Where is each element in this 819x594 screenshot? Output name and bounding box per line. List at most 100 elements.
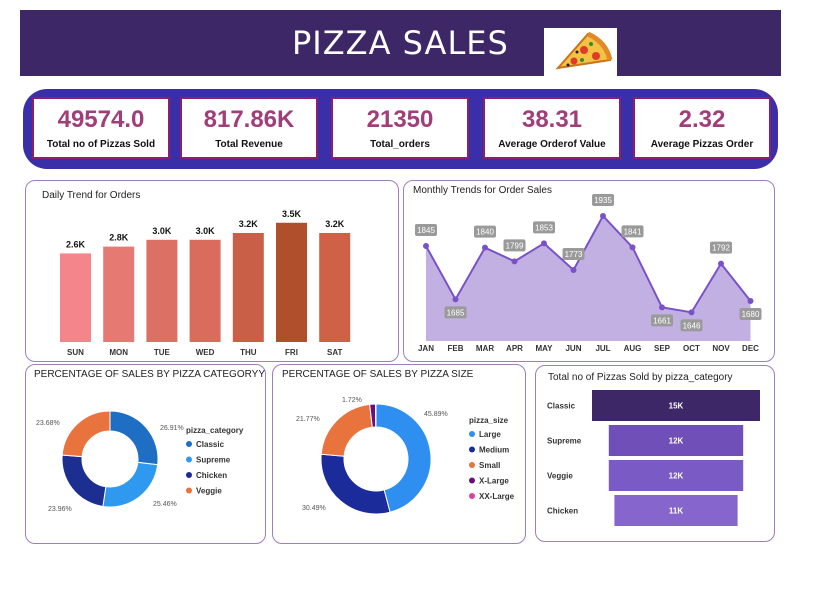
size-share-card: PERCENTAGE OF SALES BY PIZZA SIZE 45.89%…	[272, 364, 526, 544]
monthly-point	[452, 296, 459, 303]
donut-value-label: 23.96%	[48, 506, 72, 513]
monthly-point	[423, 243, 429, 249]
daily-x-tick: SAT	[327, 348, 343, 357]
kpi-label: Total Revenue	[215, 139, 283, 150]
legend-label: X-Large	[479, 477, 509, 486]
legend-title: pizza_size	[469, 416, 509, 425]
monthly-x-tick: FEB	[448, 344, 464, 353]
donut-value-label: 26.91%	[160, 425, 184, 432]
monthly-x-tick: MAR	[476, 344, 494, 353]
donut-value-label: 21.77%	[296, 416, 320, 423]
daily-bar	[232, 232, 264, 342]
funnel-value-label: 11K	[669, 507, 683, 516]
daily-x-tick: FRI	[285, 348, 298, 357]
funnel-category-label: Classic	[547, 402, 576, 411]
daily-bar-label: 3.2K	[239, 219, 259, 229]
legend-label: Classic	[196, 440, 225, 449]
kpi-card: 38.31 Average Orderof Value	[483, 97, 621, 159]
monthly-x-tick: AUG	[624, 344, 642, 353]
donut-slice	[61, 410, 111, 458]
kpi-card: 2.32 Average Pizzas Order	[633, 97, 771, 159]
donut-slice	[61, 454, 107, 508]
monthly-value-label: 1685	[447, 308, 465, 317]
monthly-point	[629, 244, 636, 251]
funnel-chart: 15K Classic 12K Supreme 12K Veggie 11K Chicken	[547, 390, 760, 526]
donut-value-label: 25.46%	[153, 501, 177, 508]
donut-slice	[109, 410, 159, 466]
monthly-trend-chart: 1845 JAN 1685 FEB 1840 MAR 1799 APR 1853 MAY 1773 J…	[415, 194, 762, 353]
monthly-x-tick: DEC	[742, 344, 759, 353]
monthly-x-tick: JUN	[565, 344, 581, 353]
monthly-value-label: 1792	[712, 244, 730, 253]
legend-marker	[186, 456, 192, 463]
kpi-value: 2.32	[678, 106, 726, 133]
monthly-value-label: 1845	[417, 226, 435, 235]
daily-bar	[319, 232, 351, 342]
kpi-value: 49574.0	[57, 106, 145, 133]
legend-label: Medium	[479, 446, 509, 455]
monthly-value-label: 1853	[535, 223, 553, 232]
monthly-point	[570, 267, 577, 273]
daily-x-tick: WED	[196, 348, 215, 357]
funnel-value-label: 15K	[669, 402, 684, 411]
funnel-value-label: 12K	[669, 472, 684, 481]
kpi-label: Average Pizzas Order	[650, 139, 754, 150]
dashboard-header: PIZZA SALES	[20, 10, 781, 78]
monthly-point	[688, 309, 695, 316]
donut-slice	[320, 453, 391, 515]
legend-marker	[469, 446, 475, 453]
dashboard-title: PIZZA SALES	[292, 24, 509, 62]
daily-bar-label: 3.5K	[282, 209, 302, 219]
monthly-x-tick: JUL	[595, 344, 610, 353]
kpi-value: 38.31	[521, 106, 583, 133]
pizza-slice-icon	[544, 28, 617, 78]
monthly-point	[541, 240, 547, 247]
legend-label: Chicken	[196, 471, 227, 480]
monthly-value-label: 1773	[565, 250, 583, 259]
daily-trend-chart: 2.6K SUN 2.8K MON 3.0K TUE 3.0K WED 3.2K THU 3.5K F…	[60, 209, 351, 357]
monthly-value-label: 1935	[594, 196, 612, 205]
donut-value-label: 23.68%	[36, 420, 60, 427]
kpi-label: Total no of Pizzas Sold	[46, 139, 156, 150]
daily-bar	[276, 222, 307, 342]
legend-label: Small	[479, 461, 500, 470]
donut-value-label: 30.49%	[302, 505, 326, 512]
kpi-label: Average Orderof Value	[498, 139, 606, 150]
monthly-x-tick: MAY	[535, 344, 553, 353]
monthly-x-tick: OCT	[683, 344, 700, 353]
monthly-value-label: 1841	[624, 227, 642, 236]
legend-marker	[186, 487, 192, 494]
legend-label: Veggie	[196, 487, 222, 496]
legend-label: Supreme	[196, 456, 231, 465]
funnel-category-label: Supreme	[547, 437, 582, 446]
daily-bar	[189, 239, 221, 342]
monthly-x-tick: SEP	[654, 344, 671, 353]
funnel-card: Total no of Pizzas Sold by pizza_categor…	[535, 365, 775, 542]
daily-x-tick: SUN	[67, 348, 84, 357]
kpi-value: 817.86K	[203, 106, 295, 133]
donut-slice	[102, 461, 159, 508]
daily-bar	[103, 246, 135, 342]
monthly-value-label: 1661	[653, 316, 671, 325]
monthly-point	[659, 304, 665, 311]
donut-value-label: 1.72%	[342, 397, 362, 404]
monthly-trend-card: Monthly Trends for Order Sales 1845 JAN 16…	[403, 180, 775, 362]
legend-marker	[186, 472, 192, 478]
size-donut-chart: 45.89% 30.49% 21.77% 1.72% pizza_size Large Me…	[296, 397, 515, 515]
kpi-band: 49574.0 Total no of Pizzas Sold 817.86K …	[23, 89, 778, 169]
daily-bar	[146, 239, 178, 342]
funnel-category-label: Veggie	[547, 472, 573, 481]
monthly-value-label: 1646	[683, 321, 701, 330]
donut-slice	[320, 403, 373, 457]
daily-bar-label: 3.0K	[152, 226, 172, 236]
kpi-label: Total_orders	[370, 139, 430, 150]
daily-x-tick: MON	[109, 348, 128, 357]
monthly-value-label: 1799	[506, 241, 524, 250]
category-donut-chart: 26.91% 25.46% 23.96% 23.68% pizza_category Cl…	[36, 410, 244, 513]
kpi-card: 817.86K Total Revenue	[180, 97, 318, 159]
monthly-point	[600, 213, 606, 219]
monthly-point	[511, 258, 518, 265]
kpi-value: 21350	[366, 106, 434, 133]
daily-x-tick: THU	[240, 348, 257, 357]
monthly-x-tick: NOV	[712, 344, 730, 353]
